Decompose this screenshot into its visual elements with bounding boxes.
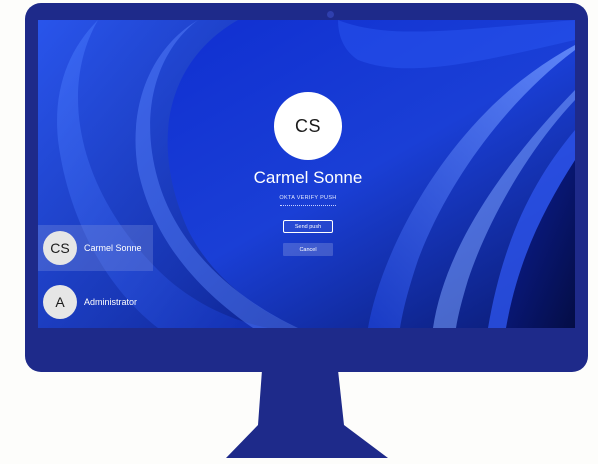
method-underline xyxy=(280,205,336,206)
send-push-button[interactable]: Send push xyxy=(283,220,333,233)
user-tile-name: Administrator xyxy=(84,297,138,307)
cancel-button[interactable]: Cancel xyxy=(283,243,333,256)
webcam-icon xyxy=(327,11,334,18)
avatar: CS xyxy=(43,231,77,265)
avatar: A xyxy=(43,285,77,319)
login-screen: CS Carmel Sonne OKTA VERIFY PUSH Send pu… xyxy=(38,20,575,328)
okta-verify-push-label: OKTA VERIFY PUSH xyxy=(279,195,337,201)
user-tile-carmel-sonne[interactable]: CS Carmel Sonne xyxy=(38,225,153,271)
user-name: Carmel Sonne xyxy=(253,168,363,187)
user-tile-administrator[interactable]: A Administrator xyxy=(38,279,153,325)
user-tile-name: Carmel Sonne xyxy=(84,243,142,253)
user-avatar: CS xyxy=(274,92,342,160)
